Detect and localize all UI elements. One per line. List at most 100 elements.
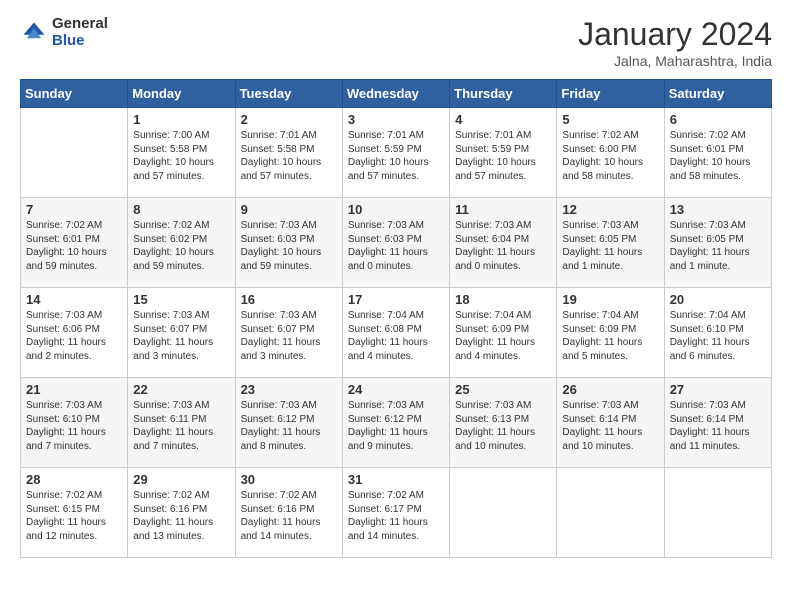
empty-cell — [450, 468, 557, 558]
day-number-15: 15 — [133, 292, 229, 307]
day-number-21: 21 — [26, 382, 122, 397]
day-info-15: Sunrise: 7:03 AM Sunset: 6:07 PM Dayligh… — [133, 309, 229, 363]
day-cell-16: 16 Sunrise: 7:03 AM Sunset: 6:07 PM Dayli… — [235, 288, 342, 378]
day-cell-17: 17 Sunrise: 7:04 AM Sunset: 6:08 PM Dayli… — [342, 288, 449, 378]
day-cell-19: 19 Sunrise: 7:04 AM Sunset: 6:09 PM Dayli… — [557, 288, 664, 378]
page: General Blue January 2024 Jalna, Maharas… — [0, 0, 792, 612]
logo: General Blue — [20, 16, 108, 49]
day-cell-4: 4Sunrise: 7:01 AM Sunset: 5:59 PM Daylig… — [450, 108, 557, 198]
day-cell-21: 21 Sunrise: 7:03 AM Sunset: 6:10 PM Dayli… — [21, 378, 128, 468]
day-number-18: 18 — [455, 292, 551, 307]
day-cell-31: 31 Sunrise: 7:02 AM Sunset: 6:17 PM Dayli… — [342, 468, 449, 558]
day-number-1: 1 — [133, 112, 229, 127]
weekday-header-saturday: Saturday — [664, 80, 771, 108]
weekday-header-sunday: Sunday — [21, 80, 128, 108]
logo-blue: Blue — [52, 33, 108, 50]
day-cell-30: 30 Sunrise: 7:02 AM Sunset: 6:16 PM Dayli… — [235, 468, 342, 558]
weekday-header-monday: Monday — [128, 80, 235, 108]
week-row-1: 1 Sunrise: 7:00 AM Sunset: 5:58 PM Daylig… — [21, 108, 772, 198]
title-section: January 2024 Jalna, Maharashtra, India — [578, 16, 772, 69]
logo-icon — [20, 19, 48, 47]
empty-cell — [557, 468, 664, 558]
day-info-2: Sunrise: 7:01 AM Sunset: 5:58 PM Dayligh… — [241, 129, 337, 183]
day-number-24: 24 — [348, 382, 444, 397]
day-number-20: 20 — [670, 292, 766, 307]
day-info-31: Sunrise: 7:02 AM Sunset: 6:17 PM Dayligh… — [348, 489, 444, 543]
day-info-6: Sunrise: 7:02 AM Sunset: 6:01 PM Dayligh… — [670, 129, 766, 183]
day-cell-25: 25 Sunrise: 7:03 AM Sunset: 6:13 PM Dayli… — [450, 378, 557, 468]
day-info-5: Sunrise: 7:02 AM Sunset: 6:00 PM Dayligh… — [562, 129, 658, 183]
day-info-27: Sunrise: 7:03 AM Sunset: 6:14 PM Dayligh… — [670, 399, 766, 453]
day-info-7: Sunrise: 7:02 AM Sunset: 6:01 PM Dayligh… — [26, 219, 122, 273]
day-cell-3: 3Sunrise: 7:01 AM Sunset: 5:59 PM Daylig… — [342, 108, 449, 198]
week-row-4: 21 Sunrise: 7:03 AM Sunset: 6:10 PM Dayli… — [21, 378, 772, 468]
day-info-30: Sunrise: 7:02 AM Sunset: 6:16 PM Dayligh… — [241, 489, 337, 543]
logo-text: General Blue — [52, 16, 108, 49]
day-info-20: Sunrise: 7:04 AM Sunset: 6:10 PM Dayligh… — [670, 309, 766, 363]
day-number-5: 5 — [562, 112, 658, 127]
day-number-14: 14 — [26, 292, 122, 307]
calendar-table: SundayMondayTuesdayWednesdayThursdayFrid… — [20, 79, 772, 558]
day-cell-13: 13 Sunrise: 7:03 AM Sunset: 6:05 PM Dayli… — [664, 198, 771, 288]
week-row-5: 28Sunrise: 7:02 AM Sunset: 6:15 PM Dayli… — [21, 468, 772, 558]
day-number-31: 31 — [348, 472, 444, 487]
week-row-2: 7Sunrise: 7:02 AM Sunset: 6:01 PM Daylig… — [21, 198, 772, 288]
day-cell-20: 20 Sunrise: 7:04 AM Sunset: 6:10 PM Dayli… — [664, 288, 771, 378]
day-cell-28: 28Sunrise: 7:02 AM Sunset: 6:15 PM Dayli… — [21, 468, 128, 558]
day-cell-18: 18Sunrise: 7:04 AM Sunset: 6:09 PM Dayli… — [450, 288, 557, 378]
day-cell-12: 12 Sunrise: 7:03 AM Sunset: 6:05 PM Dayli… — [557, 198, 664, 288]
day-info-25: Sunrise: 7:03 AM Sunset: 6:13 PM Dayligh… — [455, 399, 551, 453]
day-info-19: Sunrise: 7:04 AM Sunset: 6:09 PM Dayligh… — [562, 309, 658, 363]
day-number-16: 16 — [241, 292, 337, 307]
day-cell-6: 6Sunrise: 7:02 AM Sunset: 6:01 PM Daylig… — [664, 108, 771, 198]
day-number-19: 19 — [562, 292, 658, 307]
day-info-10: Sunrise: 7:03 AM Sunset: 6:03 PM Dayligh… — [348, 219, 444, 273]
day-number-8: 8 — [133, 202, 229, 217]
day-number-26: 26 — [562, 382, 658, 397]
day-cell-2: 2 Sunrise: 7:01 AM Sunset: 5:58 PM Daylig… — [235, 108, 342, 198]
day-number-11: 11 — [455, 202, 551, 217]
day-number-30: 30 — [241, 472, 337, 487]
day-number-27: 27 — [670, 382, 766, 397]
day-cell-23: 23Sunrise: 7:03 AM Sunset: 6:12 PM Dayli… — [235, 378, 342, 468]
month-year-title: January 2024 — [578, 16, 772, 53]
day-info-1: Sunrise: 7:00 AM Sunset: 5:58 PM Dayligh… — [133, 129, 229, 183]
day-cell-22: 22Sunrise: 7:03 AM Sunset: 6:11 PM Dayli… — [128, 378, 235, 468]
day-cell-5: 5 Sunrise: 7:02 AM Sunset: 6:00 PM Daylig… — [557, 108, 664, 198]
day-info-29: Sunrise: 7:02 AM Sunset: 6:16 PM Dayligh… — [133, 489, 229, 543]
logo-general: General — [52, 16, 108, 33]
location-subtitle: Jalna, Maharashtra, India — [578, 53, 772, 69]
day-number-13: 13 — [670, 202, 766, 217]
day-number-10: 10 — [348, 202, 444, 217]
day-info-17: Sunrise: 7:04 AM Sunset: 6:08 PM Dayligh… — [348, 309, 444, 363]
day-cell-29: 29Sunrise: 7:02 AM Sunset: 6:16 PM Dayli… — [128, 468, 235, 558]
day-cell-1: 1 Sunrise: 7:00 AM Sunset: 5:58 PM Daylig… — [128, 108, 235, 198]
day-number-22: 22 — [133, 382, 229, 397]
day-info-9: Sunrise: 7:03 AM Sunset: 6:03 PM Dayligh… — [241, 219, 337, 273]
day-cell-14: 14Sunrise: 7:03 AM Sunset: 6:06 PM Dayli… — [21, 288, 128, 378]
day-number-25: 25 — [455, 382, 551, 397]
day-info-11: Sunrise: 7:03 AM Sunset: 6:04 PM Dayligh… — [455, 219, 551, 273]
day-info-3: Sunrise: 7:01 AM Sunset: 5:59 PM Dayligh… — [348, 129, 444, 183]
day-cell-10: 10 Sunrise: 7:03 AM Sunset: 6:03 PM Dayli… — [342, 198, 449, 288]
day-number-12: 12 — [562, 202, 658, 217]
day-cell-9: 9Sunrise: 7:03 AM Sunset: 6:03 PM Daylig… — [235, 198, 342, 288]
day-cell-15: 15 Sunrise: 7:03 AM Sunset: 6:07 PM Dayli… — [128, 288, 235, 378]
day-cell-26: 26 Sunrise: 7:03 AM Sunset: 6:14 PM Dayli… — [557, 378, 664, 468]
weekday-header-wednesday: Wednesday — [342, 80, 449, 108]
day-info-16: Sunrise: 7:03 AM Sunset: 6:07 PM Dayligh… — [241, 309, 337, 363]
day-cell-8: 8Sunrise: 7:02 AM Sunset: 6:02 PM Daylig… — [128, 198, 235, 288]
day-info-24: Sunrise: 7:03 AM Sunset: 6:12 PM Dayligh… — [348, 399, 444, 453]
day-info-26: Sunrise: 7:03 AM Sunset: 6:14 PM Dayligh… — [562, 399, 658, 453]
day-number-2: 2 — [241, 112, 337, 127]
week-row-3: 14Sunrise: 7:03 AM Sunset: 6:06 PM Dayli… — [21, 288, 772, 378]
weekday-header-thursday: Thursday — [450, 80, 557, 108]
day-info-12: Sunrise: 7:03 AM Sunset: 6:05 PM Dayligh… — [562, 219, 658, 273]
day-info-13: Sunrise: 7:03 AM Sunset: 6:05 PM Dayligh… — [670, 219, 766, 273]
empty-cell — [21, 108, 128, 198]
empty-cell — [664, 468, 771, 558]
header: General Blue January 2024 Jalna, Maharas… — [20, 16, 772, 69]
day-number-4: 4 — [455, 112, 551, 127]
day-number-17: 17 — [348, 292, 444, 307]
day-info-21: Sunrise: 7:03 AM Sunset: 6:10 PM Dayligh… — [26, 399, 122, 453]
